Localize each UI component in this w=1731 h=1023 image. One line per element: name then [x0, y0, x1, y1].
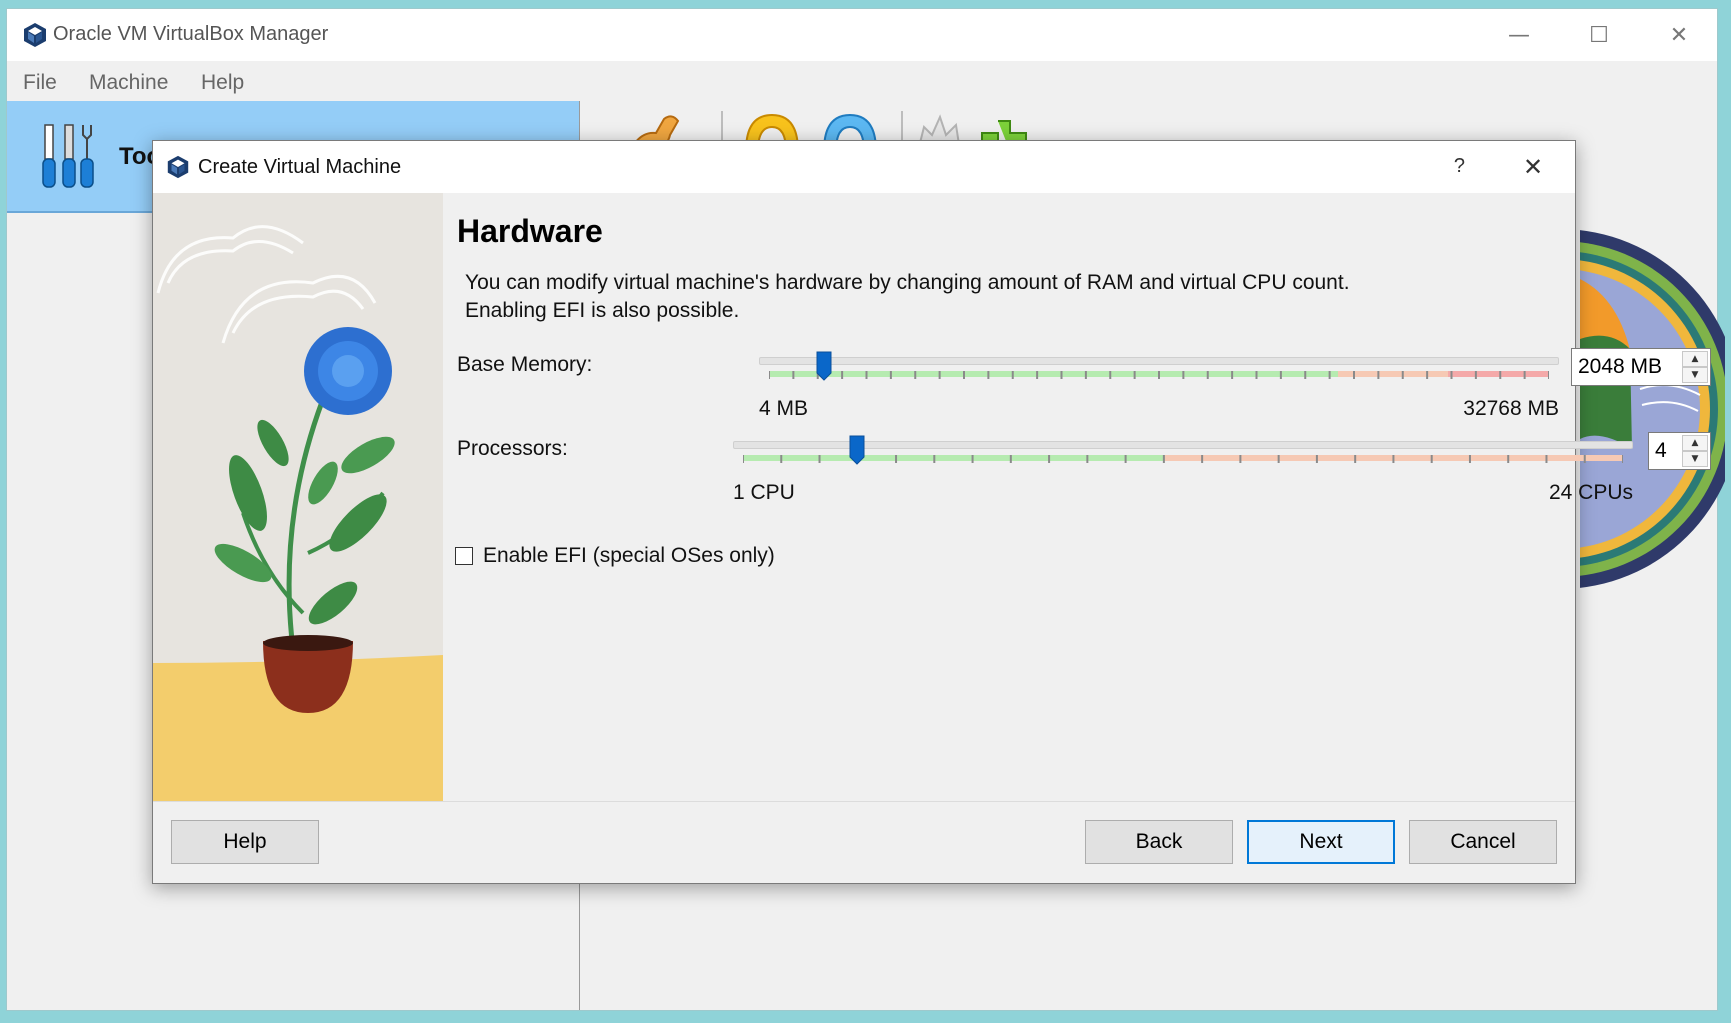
efi-option[interactable]: Enable EFI (special OSes only) [455, 541, 775, 571]
minimize-icon: — [1508, 22, 1530, 48]
wizard-page-hardware: Hardware You can modify virtual machine'… [443, 193, 1711, 801]
page-description: You can modify virtual machine's hardwar… [465, 269, 1465, 325]
page-heading: Hardware [457, 213, 603, 249]
processors-spinbox[interactable]: 4 ▲ ▼ [1648, 432, 1711, 470]
menu-machine[interactable]: Machine [89, 71, 168, 95]
create-vm-dialog: Create Virtual Machine ? ✕ Hardware You … [152, 140, 1711, 884]
slider-ticks [743, 455, 1623, 463]
slider-handle[interactable] [849, 435, 865, 465]
spin-down-icon[interactable]: ▼ [1682, 367, 1708, 383]
menubar: File Machine Help [7, 61, 1717, 101]
cancel-button[interactable]: Cancel [1409, 820, 1557, 864]
maximize-icon: ☐ [1589, 22, 1609, 48]
menu-file[interactable]: File [23, 71, 57, 95]
close-button[interactable]: ✕ [1659, 15, 1699, 55]
slider-handle[interactable] [816, 351, 832, 381]
dialog-close-button[interactable]: ✕ [1513, 147, 1553, 187]
close-icon: ✕ [1522, 153, 1544, 181]
back-button[interactable]: Back [1085, 820, 1233, 864]
virtualbox-logo-icon [167, 155, 189, 179]
menu-help[interactable]: Help [201, 71, 244, 95]
base-memory-label: Base Memory: [457, 353, 593, 376]
processors-max-label: 24 CPUs [1548, 481, 1633, 504]
base-memory-slider[interactable] [759, 351, 1559, 393]
virtualbox-logo-icon [24, 23, 46, 47]
spin-down-icon[interactable]: ▼ [1682, 451, 1708, 467]
processors-label: Processors: [457, 437, 568, 460]
next-button[interactable]: Next [1247, 820, 1395, 864]
slider-ticks [769, 371, 1549, 379]
base-memory-spinbox[interactable]: 2048 MB ▲ ▼ [1571, 348, 1711, 386]
processors-min-label: 1 CPU [733, 481, 795, 504]
wizard-side-image [153, 193, 443, 801]
main-titlebar: Oracle VM VirtualBox Manager — ☐ ✕ [7, 9, 1717, 61]
dialog-footer: Help Back Next Cancel [153, 801, 1575, 883]
base-memory-value: 2048 MB [1578, 355, 1663, 378]
memory-min-label: 4 MB [759, 397, 809, 420]
slider-track [759, 357, 1559, 365]
enable-efi-checkbox[interactable] [455, 547, 473, 565]
dialog-titlebar: Create Virtual Machine ? ✕ [153, 141, 1575, 193]
slider-track [733, 441, 1633, 449]
description-line-1: You can modify virtual machine's hardwar… [465, 271, 1350, 294]
description-line-2: Enabling EFI is also possible. [465, 299, 740, 322]
help-button[interactable]: Help [171, 820, 319, 864]
memory-max-label: 32768 MB [1463, 397, 1559, 420]
dialog-title: Create Virtual Machine [198, 156, 402, 178]
processors-value: 4 [1655, 439, 1667, 462]
welcome-artwork [1580, 230, 1725, 588]
close-icon: ✕ [1669, 22, 1689, 48]
tools-icon [42, 124, 94, 188]
app-title: Oracle VM VirtualBox Manager [53, 23, 329, 45]
dialog-help-icon[interactable]: ? [1454, 155, 1465, 178]
spin-up-icon[interactable]: ▲ [1682, 351, 1708, 367]
processors-slider[interactable] [733, 435, 1633, 477]
maximize-button[interactable]: ☐ [1579, 15, 1619, 55]
minimize-button[interactable]: — [1499, 15, 1539, 55]
enable-efi-label: Enable EFI (special OSes only) [483, 544, 775, 567]
spin-up-icon[interactable]: ▲ [1682, 435, 1708, 451]
